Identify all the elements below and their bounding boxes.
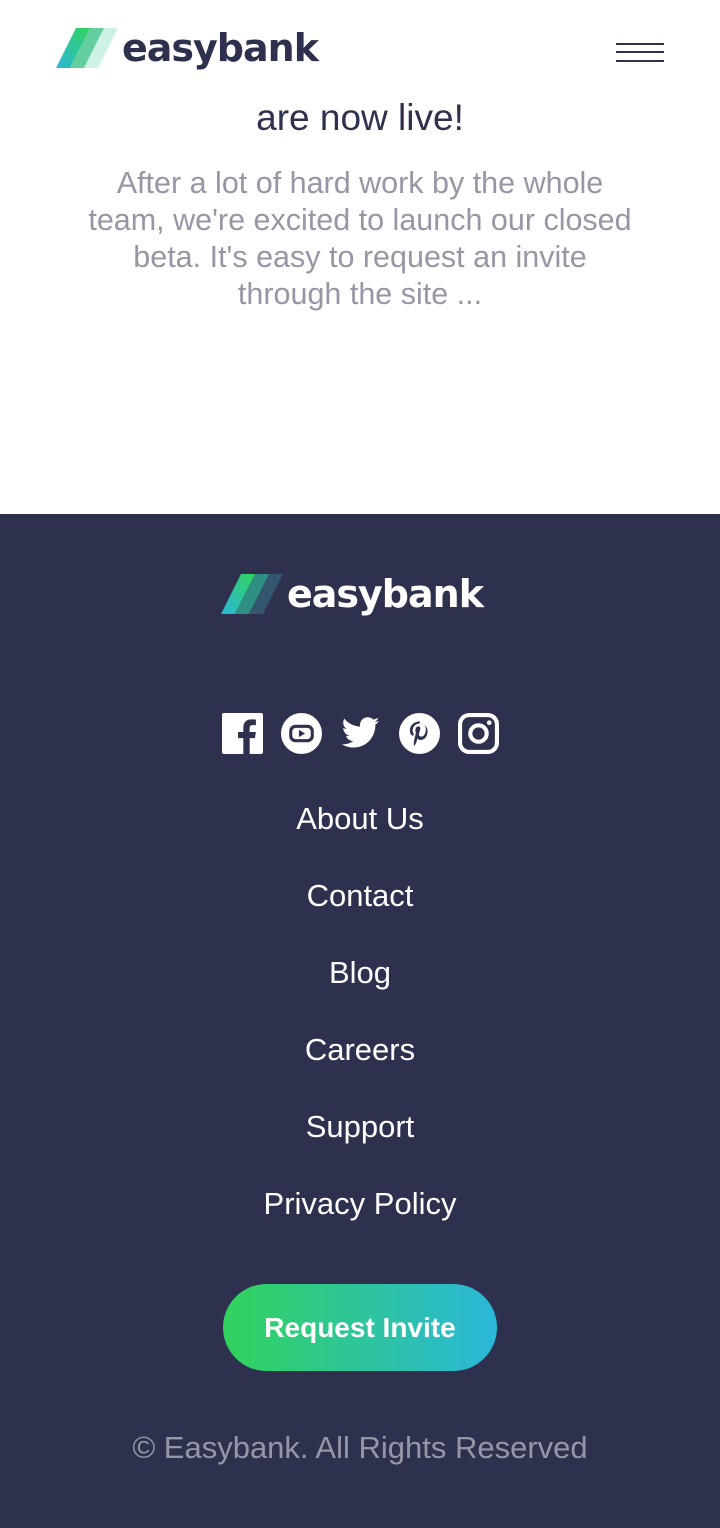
logo-mark-icon <box>56 28 118 68</box>
request-invite-button[interactable]: Request Invite <box>223 1284 497 1371</box>
social-links <box>0 713 720 754</box>
facebook-icon[interactable] <box>221 713 263 754</box>
site-header: easybank <box>0 0 720 96</box>
hamburger-icon-bar <box>616 60 664 62</box>
youtube-icon[interactable] <box>280 713 322 754</box>
twitter-icon[interactable] <box>340 713 381 754</box>
footer-logo[interactable]: easybank <box>221 570 484 618</box>
logo-mark-icon <box>221 574 283 614</box>
footer-link-item: About Us <box>0 796 720 873</box>
footer-link-item: Contact <box>0 873 720 950</box>
footer-link-privacy-policy[interactable]: Privacy Policy <box>264 1186 457 1221</box>
footer-link-item: Careers <box>0 1027 720 1104</box>
site-footer: easybank About Us Contact Blog Careers S… <box>0 514 720 1528</box>
footer-nav: About Us Contact Blog Careers Support Pr… <box>0 796 720 1258</box>
footer-link-item: Support <box>0 1104 720 1181</box>
footer-link-careers[interactable]: Careers <box>305 1032 415 1067</box>
header-logo[interactable]: easybank <box>56 24 319 72</box>
article-excerpt: After a lot of hard work by the whole te… <box>88 166 632 311</box>
footer-link-item: Blog <box>0 950 720 1027</box>
pinterest-icon[interactable] <box>398 713 440 754</box>
article-title[interactable]: are now live! <box>0 93 720 143</box>
footer-link-contact[interactable]: Contact <box>307 878 414 913</box>
instagram-icon[interactable] <box>457 713 499 754</box>
footer-link-blog[interactable]: Blog <box>329 955 391 990</box>
hamburger-icon <box>616 43 664 45</box>
footer-link-support[interactable]: Support <box>306 1109 415 1144</box>
footer-link-about-us[interactable]: About Us <box>296 801 424 836</box>
footer-link-item: Privacy Policy <box>0 1181 720 1258</box>
hamburger-icon-bar <box>616 51 664 53</box>
header-logo-text: easybank <box>122 26 319 70</box>
copyright-text: © Easybank. All Rights Reserved <box>132 1430 588 1465</box>
footer-logo-text: easybank <box>287 572 484 616</box>
hamburger-menu-button[interactable] <box>612 36 668 70</box>
